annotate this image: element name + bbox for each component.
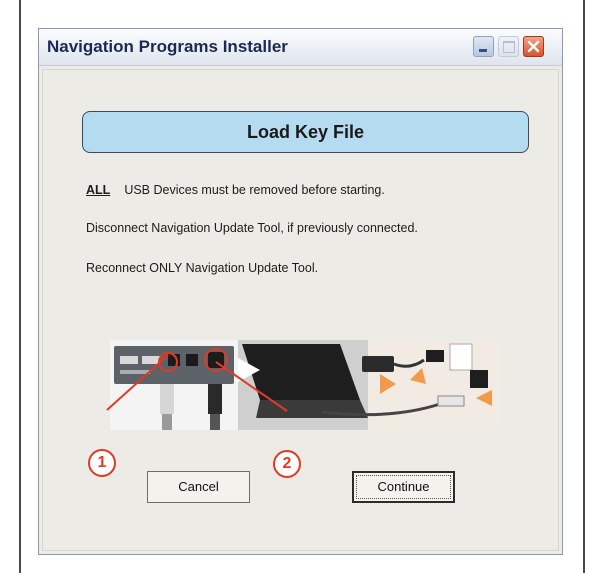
page-border-right (583, 0, 585, 573)
maximize-icon (503, 41, 515, 53)
minimize-button[interactable] (473, 36, 494, 57)
instruction-text: USB Devices must be removed before start… (124, 183, 385, 197)
continue-button[interactable]: Continue (352, 471, 455, 503)
minimize-icon (479, 49, 487, 52)
window-title: Navigation Programs Installer (47, 37, 288, 56)
dialog-content: Load Key File ALL USB Devices must be rem… (42, 69, 559, 551)
instruction-emphasis: ALL (86, 183, 111, 197)
maximize-button[interactable] (498, 36, 519, 57)
title-bar[interactable]: Navigation Programs Installer (39, 29, 562, 66)
continue-button-label: Continue (356, 475, 451, 499)
callout-1-badge: 1 (88, 449, 116, 477)
installer-window: Navigation Programs Installer Load Key F… (38, 28, 563, 555)
cancel-button[interactable]: Cancel (147, 471, 250, 503)
instruction-disconnect-tool: Disconnect Navigation Update Tool, if pr… (86, 221, 418, 235)
close-icon (527, 40, 540, 53)
close-button[interactable] (523, 36, 544, 57)
instruction-remove-usb: ALL USB Devices must be removed before st… (86, 183, 385, 197)
page-border-left (19, 0, 21, 573)
step-banner: Load Key File (82, 111, 529, 153)
instruction-reconnect-tool: Reconnect ONLY Navigation Update Tool. (86, 261, 319, 275)
callout-2-badge: 2 (273, 450, 301, 478)
usb-connection-illustration (110, 340, 498, 430)
